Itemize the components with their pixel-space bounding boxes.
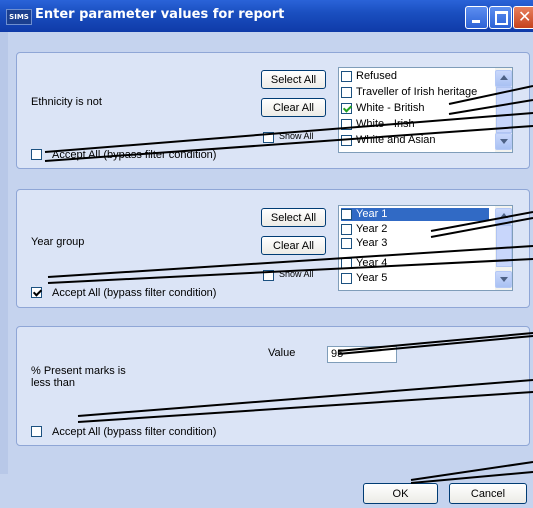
arrow-up-icon [500,213,508,218]
year-listbox[interactable]: Year 1 Year 2 Year 3 Year 4 Year 5 [338,205,513,291]
list-item-checkbox[interactable] [341,273,352,284]
maximize-icon [495,11,508,25]
ethnicity-scrollbar[interactable] [495,68,512,152]
sims-app-icon: SIMS [6,9,32,25]
ok-button[interactable]: OK [363,483,438,504]
scroll-down-button[interactable] [495,133,512,150]
dialog-window: SIMS Enter parameter values for report ✕… [0,0,533,508]
list-item[interactable]: Year 3 [341,237,491,250]
scroll-thumb[interactable] [496,225,512,267]
present-marks-panel: % Present marks is less than Value 95 Ac… [16,326,530,446]
list-item-checkbox[interactable] [341,258,352,269]
list-item-checkbox[interactable] [341,135,352,146]
ethnicity-panel: Ethnicity is not Select All Clear All Sh… [16,52,530,169]
list-item[interactable]: Traveller of Irish heritage [341,86,491,99]
ethnicity-label: Ethnicity is not [31,96,102,108]
list-item[interactable]: Year 1 [341,208,489,221]
present-accept-all-checkbox[interactable] [31,426,42,437]
year-clear-all-button[interactable]: Clear All [261,236,326,255]
list-item[interactable]: Year 2 [341,223,491,236]
list-item-checkbox[interactable] [341,224,352,235]
minimize-button[interactable] [465,6,488,29]
year-accept-all-label: Accept All (bypass filter condition) [52,287,217,299]
minimize-icon [472,20,480,23]
ethnicity-listbox[interactable]: Refused Traveller of Irish heritage Whit… [338,67,513,153]
ethnicity-accept-all-label: Accept All (bypass filter condition) [52,149,217,161]
year-accept-all-checkbox[interactable] [31,287,42,298]
dialog-footer: OK Cancel [0,474,533,508]
list-item-checkbox[interactable] [341,209,352,220]
list-item[interactable]: Year 4 [341,257,491,270]
window-title: Enter parameter values for report [35,7,285,22]
list-item[interactable]: White - Irish [341,118,491,131]
list-item[interactable]: Refused [341,70,491,83]
list-item[interactable]: Year 5 [341,272,491,285]
arrow-down-icon [500,277,508,282]
arrow-up-icon [500,75,508,80]
arrow-down-icon [500,139,508,144]
year-show-all-label: Show All [279,269,314,279]
scroll-up-button[interactable] [495,70,512,87]
scroll-down-button[interactable] [495,271,512,288]
list-item-checkbox[interactable] [341,103,352,114]
maximize-button[interactable] [489,6,512,29]
list-item-checkbox[interactable] [341,119,352,130]
list-item[interactable]: White - British [341,102,491,115]
title-bar[interactable]: SIMS Enter parameter values for report ✕ [0,0,533,32]
list-item-checkbox[interactable] [341,87,352,98]
scroll-up-button[interactable] [495,208,512,225]
ethnicity-select-all-button[interactable]: Select All [261,70,326,89]
present-marks-label: % Present marks is less than [31,365,126,389]
cancel-button[interactable]: Cancel [449,483,527,504]
close-button[interactable]: ✕ [513,6,533,29]
list-item-checkbox[interactable] [341,238,352,249]
year-group-panel: Year group Select All Clear All Show All… [16,189,530,308]
ethnicity-accept-all-checkbox[interactable] [31,149,42,160]
year-show-all-checkbox[interactable] [263,270,274,281]
list-item[interactable]: White and Asian [341,134,491,147]
present-value-input[interactable]: 95 [327,346,397,363]
ethnicity-show-all-label: Show All [279,131,314,141]
ethnicity-show-all-checkbox[interactable] [263,132,274,143]
list-item-checkbox[interactable] [341,71,352,82]
close-icon: ✕ [518,7,532,26]
scroll-thumb[interactable] [496,87,512,133]
year-select-all-button[interactable]: Select All [261,208,326,227]
year-scrollbar[interactable] [495,206,512,290]
year-group-label: Year group [31,236,85,248]
ethnicity-clear-all-button[interactable]: Clear All [261,98,326,117]
present-accept-all-label: Accept All (bypass filter condition) [52,426,217,438]
value-label: Value [268,347,296,359]
